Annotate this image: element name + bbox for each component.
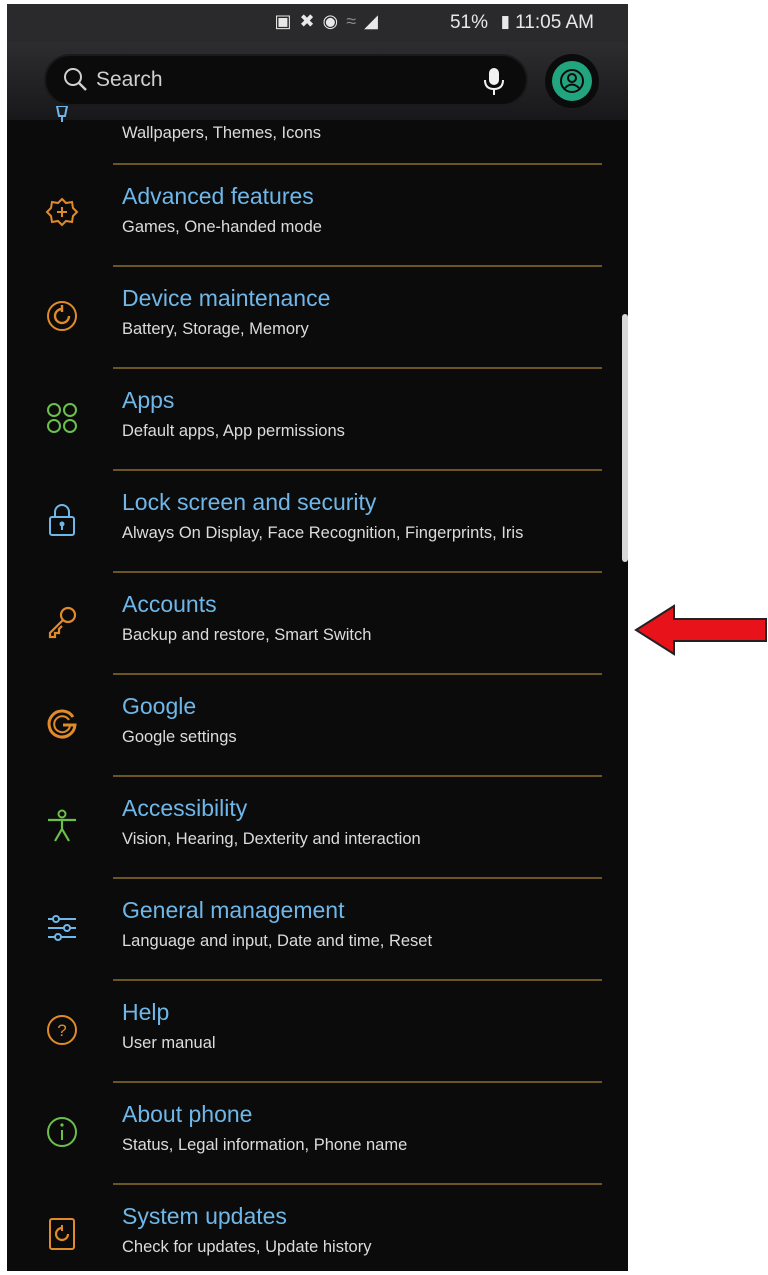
wifi-icon: ≈ bbox=[346, 11, 357, 31]
settings-item-apps[interactable]: Apps Default apps, App permissions bbox=[7, 369, 628, 471]
settings-item-themes[interactable]: Wallpapers, Themes, Icons bbox=[7, 106, 628, 165]
settings-item-subtitle: User manual bbox=[122, 1034, 216, 1052]
battery-icon: ▮ bbox=[500, 12, 510, 31]
settings-item-title: Device maintenance bbox=[122, 285, 331, 311]
settings-item-title: Help bbox=[122, 999, 170, 1025]
help-icon: ? bbox=[47, 1015, 77, 1045]
mute-icon: ✖ bbox=[299, 11, 315, 31]
settings-item-title: Advanced features bbox=[122, 183, 314, 209]
scrollbar[interactable] bbox=[622, 314, 628, 562]
settings-item-title: Accessibility bbox=[122, 795, 248, 821]
profile-avatar bbox=[552, 61, 592, 101]
settings-item-device-maintenance[interactable]: Device maintenance Battery, Storage, Mem… bbox=[7, 267, 628, 369]
svg-text:?: ? bbox=[57, 1021, 66, 1040]
sliders-icon bbox=[48, 915, 76, 941]
gear-plus-icon bbox=[45, 197, 79, 227]
settings-item-general-management[interactable]: General management Language and input, D… bbox=[7, 879, 628, 981]
microphone-icon[interactable] bbox=[482, 66, 506, 96]
phone-screen: ▣ ✖ ◉ ≈ ◢ 51% ▮ 11:05 AM Search Wallpape… bbox=[7, 4, 628, 1271]
settings-item-subtitle: Battery, Storage, Memory bbox=[122, 320, 309, 338]
settings-item-title: Lock screen and security bbox=[122, 489, 377, 515]
brush-icon bbox=[55, 106, 69, 122]
info-icon bbox=[47, 1117, 77, 1147]
status-bar: ▣ ✖ ◉ ≈ ◢ 51% ▮ 11:05 AM bbox=[7, 4, 628, 42]
settings-item-advanced-features[interactable]: Advanced features Games, One-handed mode bbox=[7, 165, 628, 267]
settings-item-subtitle: Games, One-handed mode bbox=[122, 218, 322, 236]
settings-item-about-phone[interactable]: About phone Status, Legal information, P… bbox=[7, 1083, 628, 1185]
apps-grid-icon bbox=[47, 403, 77, 433]
settings-item-subtitle: Default apps, App permissions bbox=[122, 422, 345, 440]
search-area: Search bbox=[7, 42, 628, 120]
settings-item-title: About phone bbox=[122, 1101, 253, 1127]
settings-item-subtitle: Status, Legal information, Phone name bbox=[122, 1136, 408, 1154]
settings-item-title: General management bbox=[122, 897, 345, 923]
person-icon bbox=[560, 69, 584, 93]
settings-item-subtitle: Language and input, Date and time, Reset bbox=[122, 932, 433, 950]
search-icon bbox=[64, 68, 87, 91]
settings-item-accounts[interactable]: Accounts Backup and restore, Smart Switc… bbox=[7, 573, 628, 675]
settings-item-subtitle: Wallpapers, Themes, Icons bbox=[122, 124, 321, 142]
refresh-icon bbox=[47, 301, 77, 331]
settings-item-system-updates[interactable]: System updates Check for updates, Update… bbox=[7, 1185, 628, 1271]
profile-button[interactable] bbox=[545, 54, 599, 108]
nfc-icon: ▣ bbox=[274, 11, 292, 31]
settings-item-subtitle: Always On Display, Face Recognition, Fin… bbox=[122, 524, 524, 542]
settings-item-subtitle: Google settings bbox=[122, 728, 237, 746]
key-icon bbox=[48, 606, 77, 639]
search-bar[interactable]: Search bbox=[44, 54, 528, 106]
alarm-icon: ◉ bbox=[322, 11, 339, 31]
accessibility-icon bbox=[48, 809, 76, 842]
settings-item-google[interactable]: Google Google settings bbox=[7, 675, 628, 777]
settings-list: Wallpapers, Themes, Icons Advanced featu… bbox=[7, 106, 628, 1271]
system-update-icon bbox=[49, 1218, 75, 1250]
settings-item-accessibility[interactable]: Accessibility Vision, Hearing, Dexterity… bbox=[7, 777, 628, 879]
settings-item-subtitle: Check for updates, Update history bbox=[122, 1238, 372, 1256]
settings-item-title: Google bbox=[122, 693, 197, 719]
lock-icon bbox=[49, 504, 75, 536]
status-icons: ▣ ✖ ◉ ≈ ◢ bbox=[274, 11, 378, 32]
settings-item-title: System updates bbox=[122, 1203, 287, 1229]
settings-item-subtitle: Vision, Hearing, Dexterity and interacti… bbox=[122, 830, 421, 848]
settings-item-help[interactable]: ? Help User manual bbox=[7, 981, 628, 1083]
search-input[interactable]: Search bbox=[96, 68, 163, 92]
clock: 11:05 AM bbox=[515, 12, 594, 33]
google-icon bbox=[47, 709, 77, 739]
settings-item-title: Apps bbox=[122, 387, 175, 413]
settings-item-subtitle: Backup and restore, Smart Switch bbox=[122, 626, 372, 644]
signal-icon: ◢ bbox=[364, 11, 378, 31]
settings-item-lock-screen[interactable]: Lock screen and security Always On Displ… bbox=[7, 471, 628, 573]
settings-item-title: Accounts bbox=[122, 591, 217, 617]
battery-level: 51% bbox=[449, 12, 488, 33]
red-arrow-annotation bbox=[634, 604, 767, 656]
